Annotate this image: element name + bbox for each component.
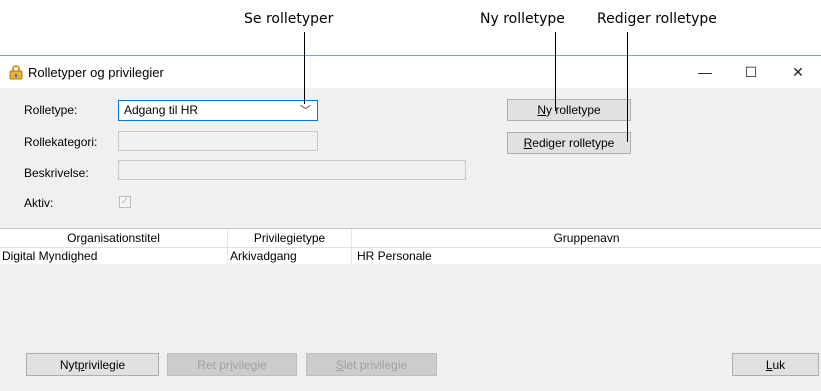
- edit-role-type-button[interactable]: Rediger rolletype: [507, 132, 631, 154]
- checkmark-icon: ✓: [120, 196, 130, 207]
- new-privilege-label-pre: Nyt: [59, 357, 78, 372]
- callout-leader-see-role-types: [304, 32, 305, 104]
- callout-leader-new-role-type: [555, 32, 556, 111]
- role-type-dropdown[interactable]: Adgang til HR ﹀: [118, 100, 318, 121]
- minimize-button[interactable]: —: [682, 56, 728, 88]
- table-row[interactable]: Digital Myndighed Arkivadgang HR Persona…: [0, 248, 821, 264]
- callout-leader-edit-role-type: [627, 32, 628, 142]
- new-role-type-button[interactable]: Ny rolletype: [507, 99, 631, 121]
- role-type-label: Rolletype:: [24, 103, 78, 117]
- key-lock-icon: [9, 65, 23, 80]
- description-label: Beskrivelse:: [24, 166, 89, 180]
- new-privilege-mnemonic: p: [77, 357, 85, 372]
- column-header-privilege-type[interactable]: Privilegietype: [228, 229, 352, 247]
- roles-privileges-window: Rolletyper og privilegier — ☐ ✕ Rolletyp…: [0, 55, 821, 391]
- title-bar: Rolletyper og privilegier — ☐ ✕: [0, 56, 821, 88]
- role-type-value: Adgang til HR: [124, 103, 199, 117]
- cell-privilege-type: Arkivadgang: [228, 248, 352, 264]
- cell-group-name: HR Personale: [357, 249, 432, 263]
- column-header-organisation-title[interactable]: Organisationstitel: [0, 229, 228, 247]
- new-privilege-label: rivilegie: [84, 357, 126, 372]
- delete-privilege-label: let privilegie: [343, 357, 408, 372]
- role-category-label: Rollekategori:: [24, 135, 98, 149]
- callout-new-role-type: Ny rolletype: [480, 11, 565, 27]
- edit-privilege-button[interactable]: Ret pr i vilegie: [167, 353, 297, 376]
- description-field[interactable]: [118, 160, 466, 180]
- close-window-button[interactable]: ✕: [775, 56, 821, 88]
- delete-privilege-button[interactable]: Slet privilegie: [306, 353, 437, 376]
- new-privilege-button[interactable]: Nyt p rivilegie: [26, 353, 159, 376]
- table-header: Organisationstitel Privilegietype Gruppe…: [0, 229, 821, 248]
- column-header-group-name[interactable]: Gruppenavn: [352, 229, 821, 247]
- cell-organisation-title: Digital Myndighed: [0, 248, 228, 264]
- edit-role-type-mnemonic: R: [523, 136, 533, 150]
- callout-see-role-types: Se rolletyper: [244, 11, 334, 27]
- edit-privilege-label-pre: Ret pr: [197, 357, 230, 372]
- window-title: Rolletyper og privilegier: [28, 65, 164, 80]
- privileges-table[interactable]: Organisationstitel Privilegietype Gruppe…: [0, 228, 821, 345]
- close-mnemonic: L: [765, 357, 773, 372]
- active-checkbox[interactable]: ✓: [119, 196, 131, 208]
- active-label: Aktiv:: [24, 196, 54, 210]
- callout-edit-role-type: Rediger rolletype: [597, 11, 717, 27]
- close-label: uk: [772, 357, 786, 372]
- maximize-button[interactable]: ☐: [728, 56, 774, 88]
- new-role-type-mnemonic: N: [537, 103, 546, 117]
- delete-privilege-mnemonic: S: [335, 357, 344, 372]
- chevron-down-icon: ﹀: [300, 105, 311, 117]
- edit-role-type-label: ediger rolletype: [532, 136, 615, 150]
- edit-privilege-label: vilegie: [232, 357, 267, 372]
- role-category-field[interactable]: [118, 131, 318, 151]
- close-button[interactable]: Luk: [732, 353, 819, 376]
